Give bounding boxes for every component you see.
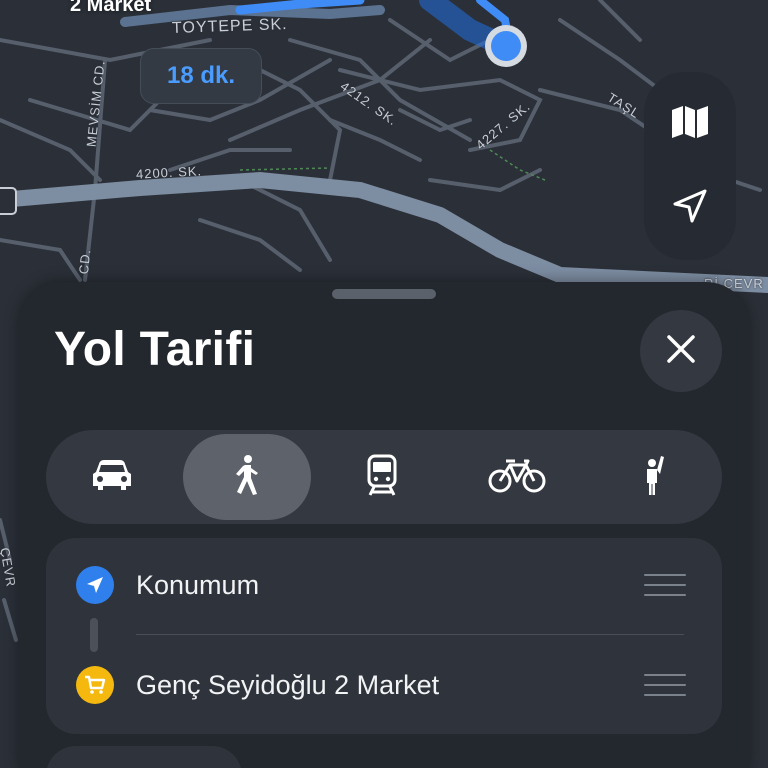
poi-label[interactable]: 2 Market — [70, 0, 151, 17]
mode-driving[interactable] — [48, 434, 176, 520]
reorder-handle-icon[interactable] — [644, 574, 686, 596]
location-arrow-icon — [671, 187, 709, 230]
eta-text: 18 dk. — [166, 62, 236, 89]
mode-walking[interactable] — [183, 434, 311, 520]
map-controls — [644, 72, 736, 260]
mode-rideshare[interactable] — [588, 434, 716, 520]
rideshare-icon — [639, 454, 665, 501]
eta-badge[interactable]: 18 dk. — [140, 48, 262, 104]
mode-transit[interactable] — [318, 434, 446, 520]
close-button[interactable] — [640, 310, 722, 392]
waypoint-destination-label: Genç Seyidoğlu 2 Market — [136, 669, 440, 700]
cart-icon — [76, 666, 114, 704]
transport-mode-selector — [46, 430, 722, 524]
mode-cycling[interactable] — [453, 434, 581, 520]
walk-icon — [232, 454, 262, 501]
track-location-button[interactable] — [660, 178, 720, 238]
location-arrow-icon — [76, 566, 114, 604]
transit-icon — [366, 454, 398, 501]
waypoint-origin-label: Konumum — [136, 569, 260, 600]
car-icon — [91, 458, 133, 497]
close-icon — [666, 334, 696, 369]
road-label-cd: CD. — [75, 248, 94, 275]
route-waypoints-card: Konumum Genç Seyidoğlu 2 Market — [46, 538, 722, 734]
sheet-grabber[interactable] — [332, 289, 436, 299]
waypoint-destination[interactable]: Genç Seyidoğlu 2 Market — [46, 650, 722, 720]
waypoint-origin[interactable]: Konumum — [46, 550, 722, 620]
directions-sheet: Yol Tarifi Konumum Genç Seyidoğlu 2 Mark… — [18, 282, 750, 768]
reorder-handle-icon[interactable] — [644, 674, 686, 696]
waypoint-divider — [136, 634, 684, 635]
map-icon — [670, 104, 710, 145]
waypoint-connector — [90, 618, 98, 652]
map-mode-button[interactable] — [660, 94, 720, 154]
sheet-title: Yol Tarifi — [54, 323, 256, 376]
options-button[interactable] — [46, 746, 242, 768]
bicycle-icon — [488, 457, 546, 498]
